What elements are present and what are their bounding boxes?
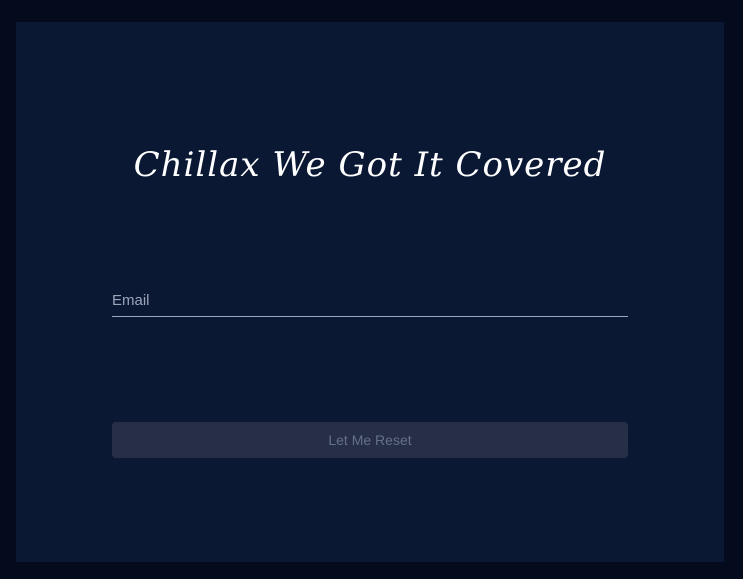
reset-password-panel: Chillax We Got It Covered Let Me Reset [16,22,724,562]
page-title: Chillax We Got It Covered [133,145,607,185]
email-input[interactable] [112,288,628,312]
reset-button[interactable]: Let Me Reset [112,422,628,458]
app-window: Chillax We Got It Covered Let Me Reset [0,0,743,579]
email-field[interactable] [112,288,628,317]
